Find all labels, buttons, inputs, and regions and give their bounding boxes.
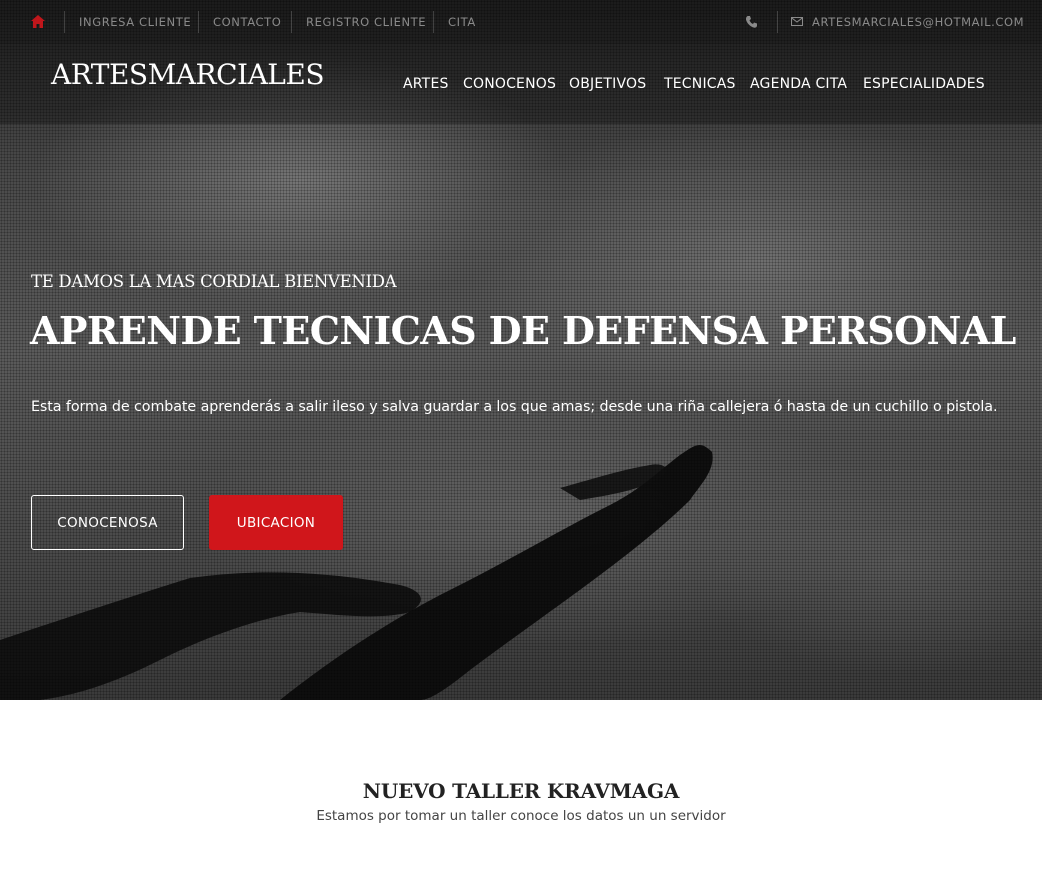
divider [777, 11, 778, 33]
conocenosa-button[interactable]: CONOCENOSA [31, 495, 184, 550]
phone-icon[interactable] [746, 16, 757, 28]
hero-tagline: Esta forma de combate aprenderás a salir… [31, 399, 998, 415]
nav-link-tecnicas[interactable]: TECNICAS [664, 76, 736, 92]
hero-headline: APRENDE TECNICAS DE DEFENSA PERSONAL [30, 308, 1016, 353]
topbar-link-ingresa-cliente[interactable]: INGRESA CLIENTE [79, 15, 191, 29]
nav-link-objetivos[interactable]: OBJETIVOS [569, 76, 646, 92]
top-bar: INGRESA CLIENTE CONTACTO REGISTRO CLIENT… [0, 0, 1042, 44]
ubicacion-button[interactable]: UBICACION [209, 495, 343, 550]
section-title: NUEVO TALLER KRAVMAGA [362, 779, 680, 803]
nav-link-artes[interactable]: ARTES [403, 76, 449, 92]
topbar-link-contacto[interactable]: CONTACTO [213, 15, 281, 29]
nav-link-conocenos[interactable]: CONOCENOS [463, 76, 556, 92]
topbar-email[interactable]: ARTESMARCIALES@HOTMAIL.COM [812, 15, 1024, 29]
site-logo[interactable]: ARTESMARCIALES [51, 58, 325, 91]
nav-link-agenda-cita[interactable]: AGENDA CITA [750, 76, 847, 92]
section-subtitle: Estamos por tomar un taller conoce los d… [316, 808, 726, 824]
divider [64, 11, 65, 33]
divider [198, 11, 199, 33]
hero-welcome: TE DAMOS LA MAS CORDIAL BIENVENIDA [31, 272, 397, 291]
topbar-link-cita[interactable]: CITA [448, 15, 476, 29]
home-icon[interactable] [31, 15, 45, 28]
mail-icon [791, 17, 803, 26]
divider [433, 11, 434, 33]
nav-link-especialidades[interactable]: ESPECIALIDADES [863, 76, 985, 92]
divider [291, 11, 292, 33]
topbar-link-registro-cliente[interactable]: REGISTRO CLIENTE [306, 15, 426, 29]
